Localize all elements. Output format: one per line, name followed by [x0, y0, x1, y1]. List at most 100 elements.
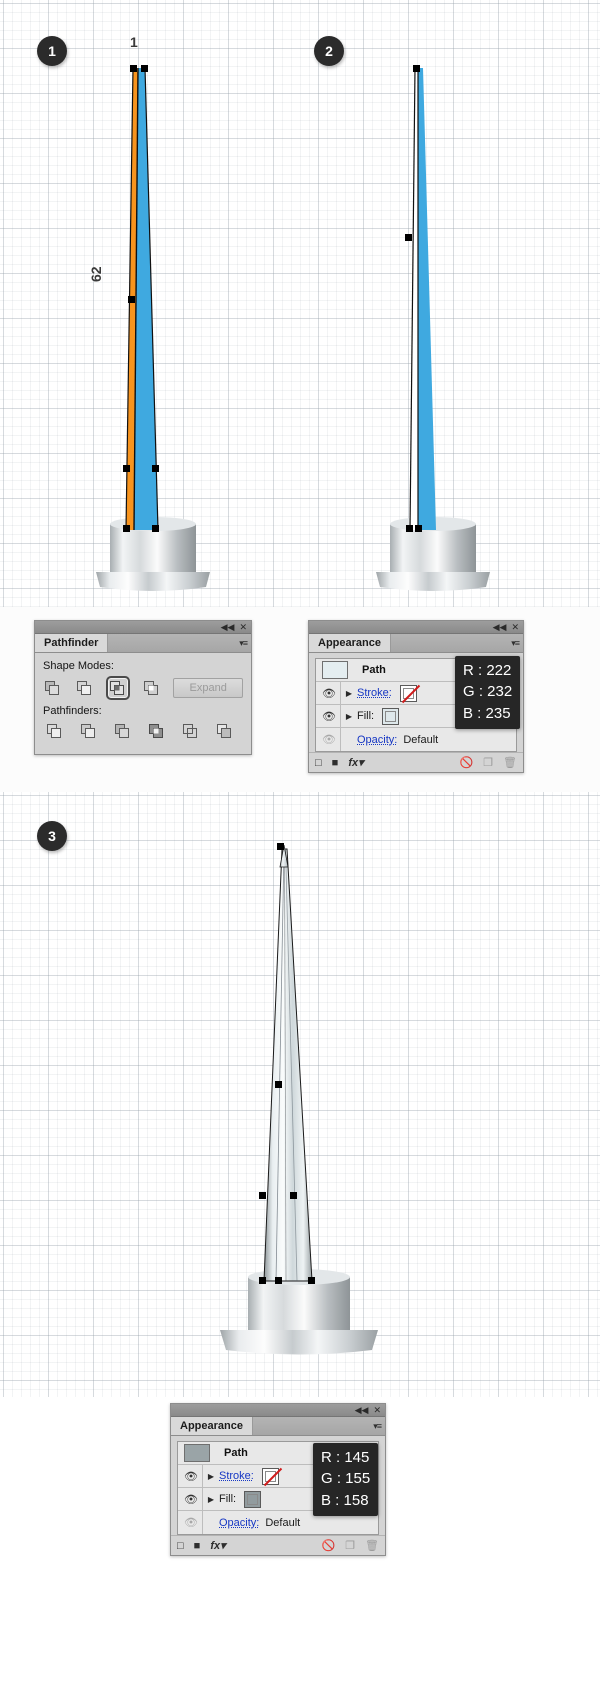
close-icon[interactable]: ✕ — [373, 1405, 381, 1415]
collapse-icon[interactable]: ◀◀ — [221, 622, 235, 632]
anchor-point — [152, 465, 159, 472]
fill-label: Fill: — [219, 1493, 237, 1505]
add-new-effect-icon[interactable]: fx▾ — [348, 756, 363, 769]
step-badge-2: 2 — [314, 36, 344, 66]
stroke-swatch-none[interactable] — [261, 1467, 279, 1485]
pathfinders-row — [43, 721, 243, 741]
rgb-b-value: B : 158 — [321, 1491, 369, 1509]
rgb-r-value: R : 145 — [321, 1449, 370, 1466]
rgb-g-value: G : 232 — [463, 683, 513, 701]
rgb-tooltip-bottom: R : 145 G : 155 B : 158 — [313, 1443, 379, 1516]
add-new-stroke-icon[interactable]: □ — [177, 1540, 184, 1552]
close-icon[interactable]: ✕ — [239, 622, 247, 632]
chevron-right-icon[interactable]: ▶ — [203, 1495, 219, 1504]
anchor-point — [141, 65, 148, 72]
appearance-footer: □ ■ fx▾ 🚫 ❐ 🗑 — [171, 1535, 385, 1555]
artwork-step-3 — [204, 843, 394, 1365]
crop-icon[interactable] — [145, 721, 167, 741]
anchor-point — [259, 1277, 266, 1284]
add-new-fill-icon[interactable]: ■ — [194, 1540, 201, 1552]
eye-icon[interactable]: 👁 — [318, 710, 340, 723]
panel-top-strip: ◀◀ ✕ — [309, 621, 523, 634]
eye-icon-dim: 👁 — [184, 1517, 198, 1529]
pathfinder-panel: ◀◀ ✕ Pathfinder ▾≡ Shape Modes: Expand P… — [34, 620, 252, 755]
panel-menu-icon[interactable]: ▾≡ — [239, 638, 248, 649]
duplicate-item-icon[interactable]: ❐ — [483, 756, 493, 769]
eye-icon[interactable]: 👁 — [180, 1470, 202, 1483]
panel-top-strip: ◀◀ ✕ — [35, 621, 251, 634]
stroke-label[interactable]: Stroke: — [219, 1470, 254, 1482]
artwork-step-1 — [88, 62, 218, 602]
eye-icon-dim: 👁 — [322, 734, 336, 746]
clear-appearance-icon[interactable]: 🚫 — [321, 1539, 335, 1552]
anchor-point — [259, 1192, 266, 1199]
minus-front-icon[interactable] — [75, 678, 95, 698]
chevron-right-icon[interactable]: ▶ — [341, 712, 357, 721]
divide-icon[interactable] — [43, 721, 65, 741]
opacity-label[interactable]: Opacity: — [357, 734, 397, 746]
panel-tabbar: Appearance ▾≡ — [309, 634, 523, 653]
panel-tabbar: Appearance ▾≡ — [171, 1417, 385, 1436]
delete-item-icon[interactable]: 🗑 — [365, 1539, 379, 1552]
pathfinder-body: Shape Modes: Expand Pathfinders: — [35, 653, 251, 754]
anchor-point — [123, 525, 130, 532]
delete-item-icon[interactable]: 🗑 — [503, 756, 517, 769]
duplicate-item-icon[interactable]: ❐ — [345, 1539, 355, 1552]
appearance-row-opacity[interactable]: 👁 Opacity: Default — [316, 728, 516, 751]
merge-icon[interactable] — [111, 721, 133, 741]
divider — [340, 728, 341, 751]
anchor-point — [128, 296, 135, 303]
shape-modes-row: Expand — [43, 676, 243, 700]
anchor-point — [290, 1192, 297, 1199]
rgb-tooltip-top: R : 222 G : 232 B : 235 — [455, 656, 521, 729]
tab-pathfinder[interactable]: Pathfinder — [35, 634, 109, 652]
shape-modes-label: Shape Modes: — [43, 660, 114, 672]
unite-icon[interactable] — [43, 678, 63, 698]
anchor-point — [275, 1277, 282, 1284]
anchor-point — [123, 465, 130, 472]
anchor-point — [152, 525, 159, 532]
opacity-label[interactable]: Opacity: — [219, 1517, 259, 1529]
chevron-right-icon[interactable]: ▶ — [341, 689, 357, 698]
tabbar-empty: ▾≡ — [108, 634, 251, 652]
step-badge-3: 3 — [37, 821, 67, 851]
fill-swatch[interactable] — [382, 707, 400, 725]
eye-icon[interactable]: 👁 — [318, 687, 340, 700]
exclude-icon[interactable] — [142, 678, 162, 698]
stroke-swatch-none[interactable] — [399, 684, 417, 702]
intersect-icon[interactable] — [106, 676, 130, 700]
add-new-effect-icon[interactable]: fx▾ — [210, 1539, 225, 1552]
tabbar-empty: ▾≡ — [253, 1417, 385, 1435]
fill-swatch[interactable] — [244, 1490, 262, 1508]
clear-appearance-icon[interactable]: 🚫 — [459, 756, 473, 769]
outline-icon[interactable] — [179, 721, 201, 741]
tab-appearance[interactable]: Appearance — [309, 634, 391, 652]
opacity-value: Default — [265, 1516, 301, 1529]
stroke-label[interactable]: Stroke: — [357, 687, 392, 699]
close-icon[interactable]: ✕ — [511, 622, 519, 632]
object-thumbnail — [322, 661, 348, 679]
panel-top-strip: ◀◀ ✕ — [171, 1404, 385, 1417]
collapse-icon[interactable]: ◀◀ — [493, 622, 507, 632]
rgb-r-value: R : 222 — [463, 662, 512, 679]
anchor-point — [130, 65, 137, 72]
minus-back-icon[interactable] — [213, 721, 235, 741]
eye-icon[interactable]: 👁 — [180, 1493, 202, 1506]
rgb-g-value: G : 155 — [321, 1470, 371, 1488]
measurement-label-top: 1 — [130, 34, 138, 50]
artwork-step-2 — [368, 62, 498, 602]
collapse-icon[interactable]: ◀◀ — [355, 1405, 369, 1415]
anchor-point — [308, 1277, 315, 1284]
add-new-stroke-icon[interactable]: □ — [315, 757, 322, 769]
panel-tabbar: Pathfinder ▾≡ — [35, 634, 251, 653]
expand-button[interactable]: Expand — [173, 678, 243, 698]
object-label: Path — [224, 1447, 248, 1459]
add-new-fill-icon[interactable]: ■ — [332, 757, 339, 769]
panel-menu-icon[interactable]: ▾≡ — [511, 638, 520, 649]
trim-icon[interactable] — [77, 721, 99, 741]
chevron-right-icon[interactable]: ▶ — [203, 1472, 219, 1481]
panel-menu-icon[interactable]: ▾≡ — [373, 1421, 382, 1432]
opacity-value: Default — [403, 733, 439, 746]
appearance-footer: □ ■ fx▾ 🚫 ❐ 🗑 — [309, 752, 523, 772]
tab-appearance[interactable]: Appearance — [171, 1417, 253, 1435]
